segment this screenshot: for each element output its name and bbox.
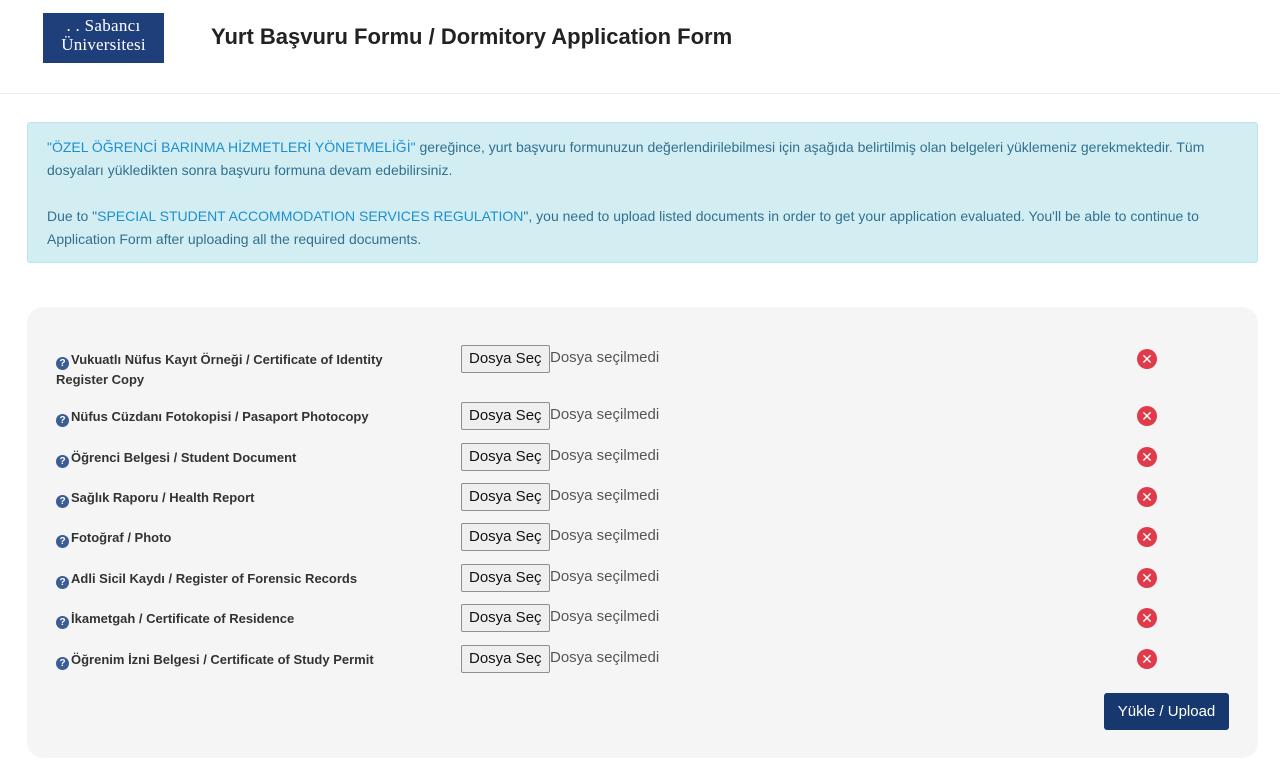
file-status: Dosya seçilmedi	[550, 406, 660, 423]
remove-circle-icon[interactable]: ✕	[1137, 406, 1157, 426]
notice-tr-regulation: "ÖZEL ÖĞRENCİ BARINMA HİZMETLERİ YÖNETME…	[47, 139, 416, 155]
document-label-text: İkametgah / Certificate of Residence	[71, 611, 295, 626]
logo-line-1: . . Sabancı	[66, 16, 141, 35]
document-label-text: Sağlık Raporu / Health Report	[71, 490, 255, 505]
choose-file-button[interactable]: Dosya Seç	[461, 402, 550, 430]
remove-circle-icon[interactable]: ✕	[1137, 487, 1157, 507]
document-label-text: Nüfus Cüzdanı Fotokopisi / Pasaport Phot…	[71, 409, 369, 424]
question-circle-icon[interactable]: ?	[56, 414, 69, 427]
page-header: . . Sabancı Üniversitesi Yurt Başvuru Fo…	[0, 0, 1280, 94]
remove-circle-icon[interactable]: ✕	[1137, 527, 1157, 547]
document-label-text: Öğrenim İzni Belgesi / Certificate of St…	[71, 652, 374, 667]
question-circle-icon[interactable]: ?	[56, 576, 69, 589]
choose-file-button[interactable]: Dosya Seç	[461, 645, 550, 673]
logo-line-2: Üniversitesi	[61, 35, 146, 54]
remove-circle-icon[interactable]: ✕	[1137, 447, 1157, 467]
document-label: ? Fotoğraf / Photo	[56, 528, 416, 548]
document-label: ? Öğrenci Belgesi / Student Document	[56, 448, 416, 468]
choose-file-button[interactable]: Dosya Seç	[461, 483, 550, 511]
document-label-text: Öğrenci Belgesi / Student Document	[71, 450, 297, 465]
document-row: ? Fotoğraf / Photo Dosya Seç Dosya seçilm…	[56, 522, 1236, 552]
document-label: ? Öğrenim İzni Belgesi / Certificate of S…	[56, 650, 416, 670]
remove-circle-icon[interactable]: ✕	[1137, 568, 1157, 588]
question-circle-icon[interactable]: ?	[56, 455, 69, 468]
document-row: ? Adli Sicil Kaydı / Register of Forensic…	[56, 563, 1236, 593]
choose-file-button[interactable]: Dosya Seç	[461, 564, 550, 592]
file-status: Dosya seçilmedi	[550, 447, 660, 464]
choose-file-button[interactable]: Dosya Seç	[461, 523, 550, 551]
notice-en-prefix: Due to "	[47, 208, 98, 224]
file-status: Dosya seçilmedi	[550, 608, 660, 625]
question-circle-icon[interactable]: ?	[56, 657, 69, 670]
remove-circle-icon[interactable]: ✕	[1137, 349, 1157, 369]
document-row: ? Vukuatlı Nüfus Kayıt Örneği / Certifica…	[56, 344, 1236, 387]
document-label-text: Fotoğraf / Photo	[71, 530, 172, 545]
university-logo[interactable]: . . Sabancı Üniversitesi	[43, 13, 164, 63]
file-status: Dosya seçilmedi	[550, 527, 660, 544]
document-label-text: Adli Sicil Kaydı / Register of Forensic …	[71, 571, 358, 586]
document-label: ? Nüfus Cüzdanı Fotokopisi / Pasaport Pho…	[56, 407, 416, 427]
document-row: ? İkametgah / Certificate of Residence Do…	[56, 603, 1236, 633]
document-row: ? Nüfus Cüzdanı Fotokopisi / Pasaport Pho…	[56, 401, 1236, 431]
upload-panel: ? Vukuatlı Nüfus Kayıt Örneği / Certifica…	[27, 307, 1258, 758]
document-label: ? Adli Sicil Kaydı / Register of Forensic…	[56, 569, 416, 589]
document-label-text: Vukuatlı Nüfus Kayıt Örneği / Certificat…	[56, 352, 383, 387]
question-circle-icon[interactable]: ?	[56, 495, 69, 508]
file-status: Dosya seçilmedi	[550, 487, 660, 504]
remove-circle-icon[interactable]: ✕	[1137, 649, 1157, 669]
remove-circle-icon[interactable]: ✕	[1137, 608, 1157, 628]
notice-english: Due to "SPECIAL STUDENT ACCOMMODATION SE…	[47, 205, 1238, 251]
notice-en-regulation: SPECIAL STUDENT ACCOMMODATION SERVICES R…	[97, 208, 524, 224]
question-circle-icon[interactable]: ?	[56, 535, 69, 548]
notice-turkish: "ÖZEL ÖĞRENCİ BARINMA HİZMETLERİ YÖNETME…	[47, 136, 1238, 182]
file-status: Dosya seçilmedi	[550, 568, 660, 585]
document-row: ? Öğrenim İzni Belgesi / Certificate of S…	[56, 644, 1236, 674]
file-status: Dosya seçilmedi	[550, 349, 660, 366]
choose-file-button[interactable]: Dosya Seç	[461, 443, 550, 471]
document-label: ? Sağlık Raporu / Health Report	[56, 488, 416, 508]
document-row: ? Sağlık Raporu / Health Report Dosya Seç…	[56, 482, 1236, 512]
info-notice: "ÖZEL ÖĞRENCİ BARINMA HİZMETLERİ YÖNETME…	[27, 122, 1258, 263]
question-circle-icon[interactable]: ?	[56, 616, 69, 629]
page-title: Yurt Başvuru Formu / Dormitory Applicati…	[211, 24, 733, 49]
document-label: ? İkametgah / Certificate of Residence	[56, 609, 416, 629]
document-row: ? Öğrenci Belgesi / Student Document Dosy…	[56, 442, 1236, 472]
document-label: ? Vukuatlı Nüfus Kayıt Örneği / Certifica…	[56, 350, 416, 390]
question-circle-icon[interactable]: ?	[56, 357, 69, 370]
choose-file-button[interactable]: Dosya Seç	[461, 604, 550, 632]
file-status: Dosya seçilmedi	[550, 649, 660, 666]
choose-file-button[interactable]: Dosya Seç	[461, 345, 550, 373]
upload-button[interactable]: Yükle / Upload	[1104, 693, 1229, 730]
